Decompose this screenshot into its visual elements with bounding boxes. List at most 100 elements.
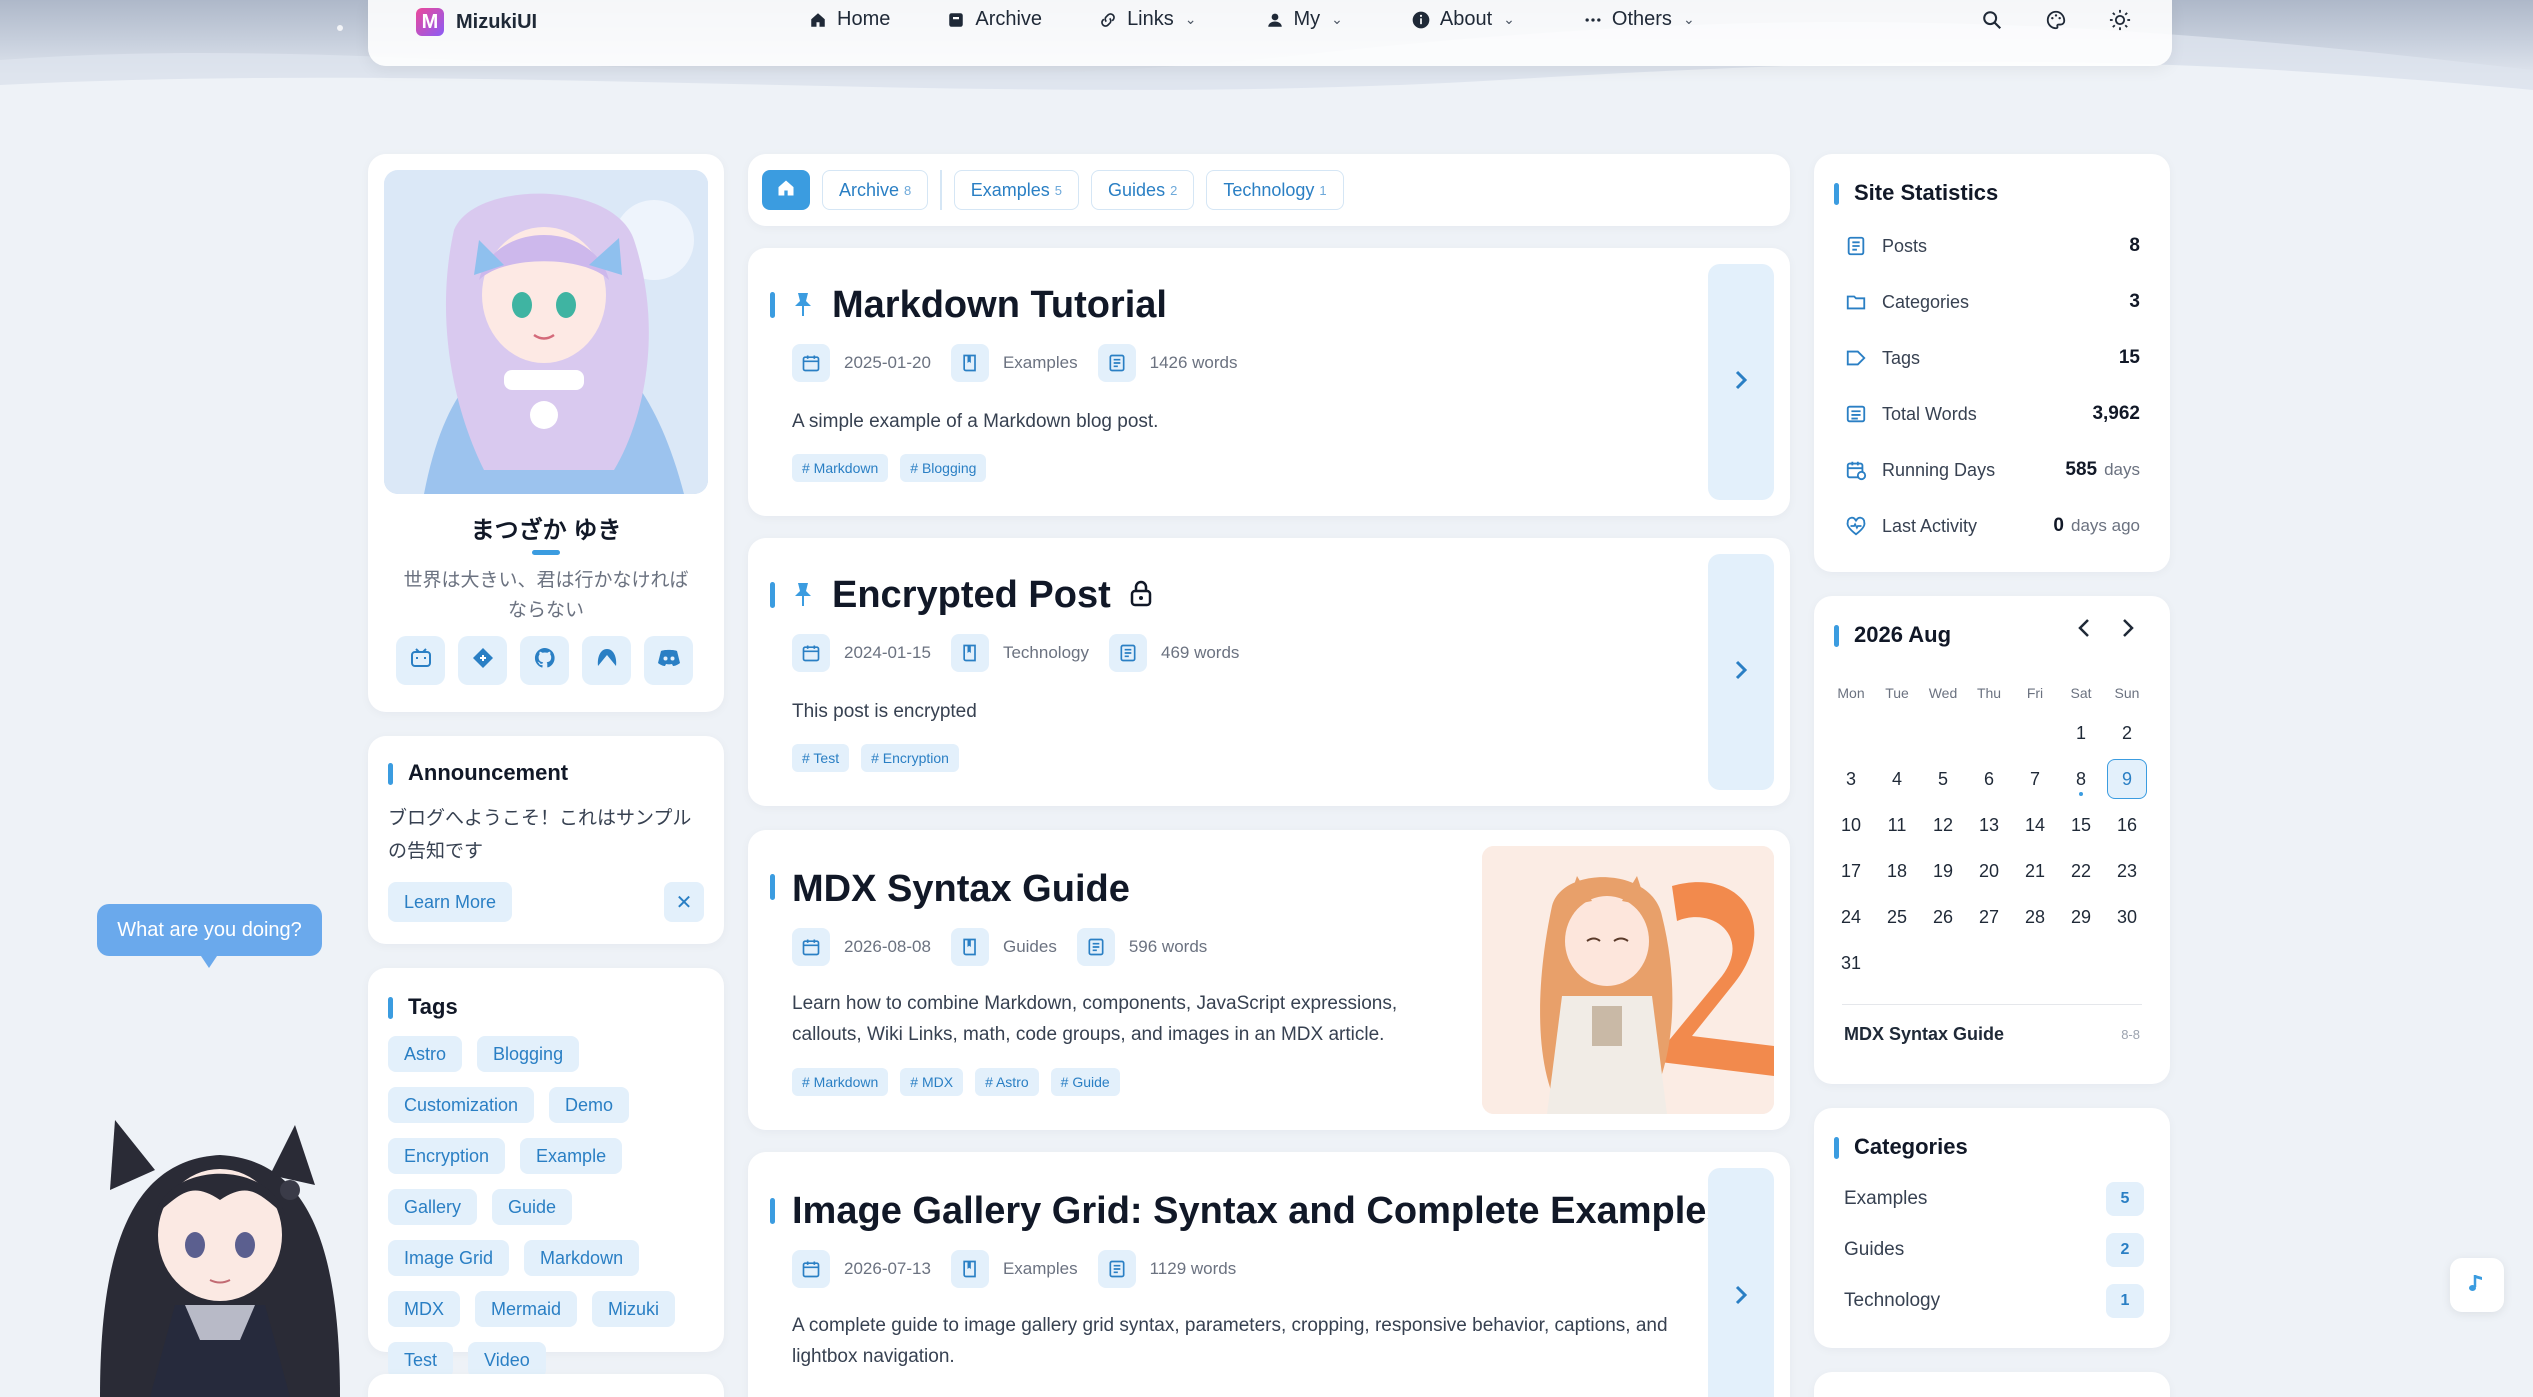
- calendar-day[interactable]: 26: [1920, 894, 1966, 940]
- calendar-day[interactable]: 12: [1920, 802, 1966, 848]
- open-post-button[interactable]: [1708, 264, 1774, 500]
- post-tag[interactable]: # MDX: [900, 1068, 964, 1096]
- codeberg-button[interactable]: [582, 636, 631, 685]
- calendar-day[interactable]: 13: [1966, 802, 2012, 848]
- filter-archive[interactable]: Archive 8: [822, 170, 929, 210]
- nav-about[interactable]: About ⌄: [1411, 8, 1515, 31]
- nav-others[interactable]: Others ⌄: [1583, 8, 1695, 31]
- calendar-day[interactable]: 2: [2104, 710, 2150, 756]
- calendar-day[interactable]: 10: [1828, 802, 1874, 848]
- nav-my[interactable]: My ⌄: [1265, 8, 1343, 31]
- tag-chip[interactable]: Video: [468, 1342, 546, 1378]
- post-card[interactable]: MDX Syntax Guide 2026-08-08 Guides 596 w…: [748, 830, 1790, 1130]
- github-button[interactable]: [520, 636, 569, 685]
- music-player-button[interactable]: [2450, 1258, 2504, 1312]
- learn-more-button[interactable]: Learn More: [388, 882, 512, 922]
- filter-examples[interactable]: Examples 5: [953, 170, 1080, 210]
- post-title[interactable]: Encrypted Post: [792, 574, 1153, 617]
- post-tag[interactable]: # Test: [792, 744, 850, 772]
- tag-chip[interactable]: Customization: [388, 1087, 535, 1123]
- category-item[interactable]: Examples 5: [1844, 1182, 2144, 1216]
- calendar-day[interactable]: 24: [1828, 894, 1874, 940]
- tag-chip[interactable]: Example: [520, 1138, 623, 1174]
- calendar-day-today[interactable]: 9: [2104, 756, 2150, 802]
- open-post-button[interactable]: [1708, 1168, 1774, 1397]
- post-tag[interactable]: # Encryption: [861, 744, 959, 772]
- calendar-day[interactable]: 16: [2104, 802, 2150, 848]
- sun-icon[interactable]: [2108, 8, 2132, 32]
- bilibili-button[interactable]: [396, 636, 445, 685]
- palette-icon[interactable]: [2044, 8, 2068, 32]
- calendar-day[interactable]: 17: [1828, 848, 1874, 894]
- calendar-day[interactable]: 30: [2104, 894, 2150, 940]
- calendar-day[interactable]: 23: [2104, 848, 2150, 894]
- calendar-day[interactable]: 5: [1920, 756, 1966, 802]
- tag-chip[interactable]: Astro: [388, 1036, 463, 1072]
- gitee-button[interactable]: [458, 636, 507, 685]
- calendar-day[interactable]: 3: [1828, 756, 1874, 802]
- post-title[interactable]: MDX Syntax Guide: [792, 868, 1130, 911]
- profile-avatar[interactable]: [384, 170, 708, 494]
- calendar-day[interactable]: 31: [1828, 940, 1874, 986]
- tag-chip[interactable]: Blogging: [477, 1036, 580, 1072]
- close-announcement-button[interactable]: ✕: [664, 882, 704, 922]
- post-card[interactable]: Markdown Tutorial 2025-01-20 Examples 14…: [748, 248, 1790, 516]
- post-card[interactable]: Image Gallery Grid: Syntax and Complete …: [748, 1152, 1790, 1397]
- nav-links[interactable]: Links ⌄: [1098, 8, 1197, 31]
- tag-chip[interactable]: Image Grid: [388, 1240, 510, 1276]
- category-item[interactable]: Guides 2: [1844, 1233, 2144, 1267]
- discord-button[interactable]: [644, 636, 693, 685]
- calendar-day[interactable]: 18: [1874, 848, 1920, 894]
- tag-chip[interactable]: Guide: [492, 1189, 573, 1225]
- calendar-next-button[interactable]: [2118, 618, 2138, 638]
- calendar-post-link[interactable]: MDX Syntax Guide 8-8: [1844, 1024, 2140, 1045]
- post-category[interactable]: Examples: [1003, 1259, 1078, 1279]
- post-category[interactable]: Guides: [1003, 937, 1057, 957]
- nav-home[interactable]: Home: [808, 8, 890, 31]
- calendar-day[interactable]: 7: [2012, 756, 2058, 802]
- calendar-day[interactable]: 27: [1966, 894, 2012, 940]
- post-card[interactable]: Encrypted Post 2024-01-15 Technology 469…: [748, 538, 1790, 806]
- post-tag[interactable]: # Guide: [1050, 1068, 1120, 1096]
- calendar-day[interactable]: 29: [2058, 894, 2104, 940]
- calendar-prev-button[interactable]: [2074, 618, 2094, 638]
- calendar-day[interactable]: 19: [1920, 848, 1966, 894]
- calendar-day[interactable]: 8: [2058, 756, 2104, 802]
- post-category[interactable]: Technology: [1003, 643, 1089, 663]
- post-tag[interactable]: # Blogging: [900, 454, 987, 482]
- calendar-day[interactable]: 22: [2058, 848, 2104, 894]
- post-title[interactable]: Image Gallery Grid: Syntax and Complete …: [792, 1190, 1728, 1233]
- tag-chip[interactable]: Mizuki: [592, 1291, 676, 1327]
- post-category[interactable]: Examples: [1003, 353, 1078, 373]
- tag-chip[interactable]: Encryption: [388, 1138, 506, 1174]
- post-title[interactable]: Markdown Tutorial: [792, 284, 1167, 327]
- filter-home-button[interactable]: [762, 170, 810, 210]
- calendar-day[interactable]: 4: [1874, 756, 1920, 802]
- calendar-day[interactable]: 1: [2058, 710, 2104, 756]
- calendar-day[interactable]: 21: [2012, 848, 2058, 894]
- calendar-day[interactable]: 11: [1874, 802, 1920, 848]
- search-icon[interactable]: [1980, 8, 2004, 32]
- calendar-day[interactable]: 15: [2058, 802, 2104, 848]
- calendar-day[interactable]: 6: [1966, 756, 2012, 802]
- calendar-day[interactable]: 20: [1966, 848, 2012, 894]
- site-logo[interactable]: M MizukiUI: [416, 8, 537, 36]
- post-tag[interactable]: # Markdown: [792, 1068, 889, 1096]
- tag-chip[interactable]: Markdown: [524, 1240, 640, 1276]
- category-item[interactable]: Technology 1: [1844, 1284, 2144, 1318]
- calendar-day[interactable]: 28: [2012, 894, 2058, 940]
- open-post-button[interactable]: [1708, 554, 1774, 790]
- filter-guides[interactable]: Guides 2: [1091, 170, 1195, 210]
- calendar-day[interactable]: 25: [1874, 894, 1920, 940]
- tag-chip[interactable]: Test: [388, 1342, 454, 1378]
- mascot-character[interactable]: [60, 1100, 370, 1397]
- filter-technology[interactable]: Technology 1: [1206, 170, 1344, 210]
- tag-chip[interactable]: Mermaid: [475, 1291, 578, 1327]
- tag-chip[interactable]: Demo: [549, 1087, 630, 1123]
- tag-chip[interactable]: Gallery: [388, 1189, 478, 1225]
- tag-chip[interactable]: MDX: [388, 1291, 460, 1327]
- post-tag[interactable]: # Markdown: [792, 454, 889, 482]
- post-cover-image[interactable]: [1482, 846, 1774, 1114]
- nav-archive[interactable]: Archive: [946, 8, 1042, 31]
- calendar-day[interactable]: 14: [2012, 802, 2058, 848]
